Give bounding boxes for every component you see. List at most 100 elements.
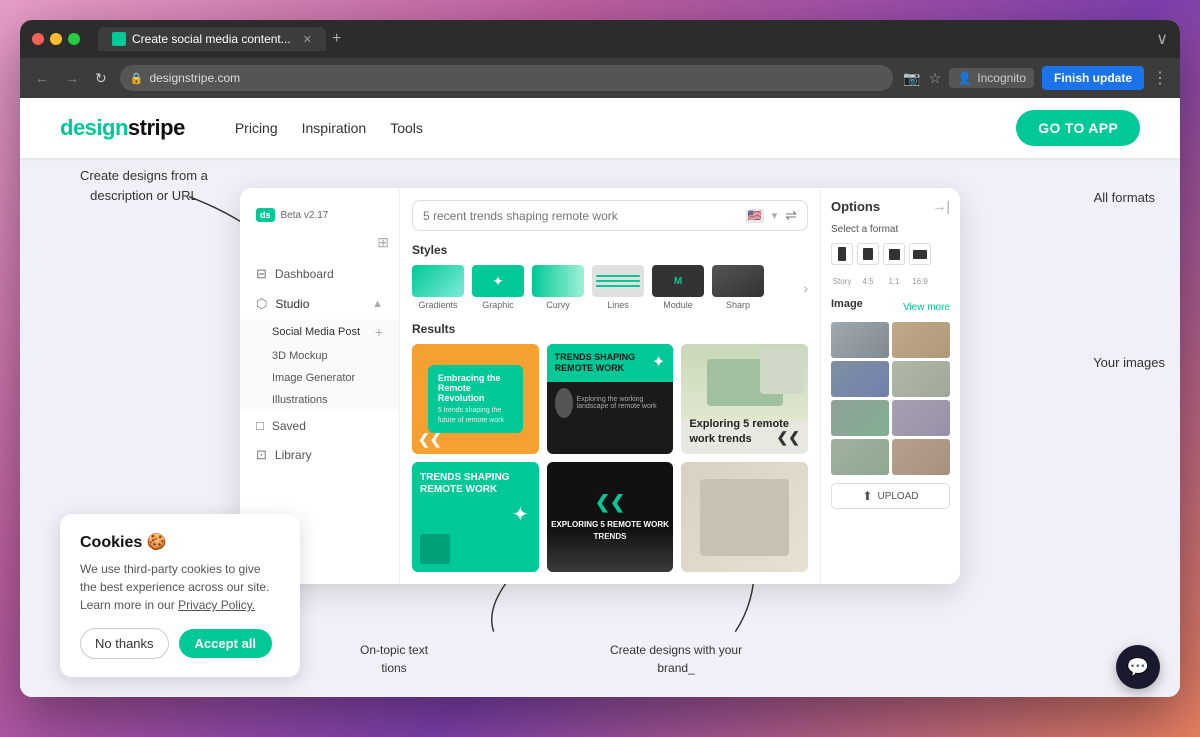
view-more-link[interactable]: View more xyxy=(903,302,950,313)
new-tab-button[interactable]: + xyxy=(332,30,341,48)
options-panel: Options →| Select a format xyxy=(820,188,960,584)
sidebar-illustrations-label: Illustrations xyxy=(272,394,328,406)
sidebar-item-library[interactable]: ⊡ Library xyxy=(240,440,399,470)
image-thumb-1[interactable] xyxy=(831,322,889,358)
search-input[interactable] xyxy=(423,209,738,223)
sidebar-social-label: Social Media Post xyxy=(272,326,360,338)
card-4-title: TRENDS SHAPING REMOTE WORK xyxy=(412,462,539,500)
format-1-1[interactable] xyxy=(883,243,905,265)
studio-icon: ⬡ xyxy=(256,296,267,312)
incognito-badge: 👤 Incognito xyxy=(949,68,1034,88)
result-card-1[interactable]: Embracing the Remote Revolution 5 trends… xyxy=(412,344,539,454)
back-button[interactable]: ← xyxy=(32,67,52,89)
style-label-gradients: Gradients xyxy=(418,300,457,310)
image-thumb-7[interactable] xyxy=(831,439,889,475)
image-thumb-5[interactable] xyxy=(831,400,889,436)
forward-button[interactable]: → xyxy=(62,67,82,89)
browser-toolbar: ← → ↻ 🔒 designstripe.com 📷 ☆ 👤 Incognito… xyxy=(20,58,1180,98)
camera-icon[interactable]: 📷 xyxy=(903,70,920,87)
flag-dropdown-icon[interactable]: ▾ xyxy=(772,209,778,222)
result-card-5[interactable]: ❮❮ EXPLORING 5 REMOTE WORK TRENDS xyxy=(547,462,674,572)
sidebar-item-dashboard[interactable]: ⊟ Dashboard xyxy=(240,259,399,289)
sidebar-item-image-generator[interactable]: Image Generator xyxy=(240,367,399,389)
sidebar-item-3d-mockup[interactable]: 3D Mockup xyxy=(240,345,399,367)
image-grid xyxy=(831,322,950,475)
chevron-up-icon: ▲ xyxy=(372,298,383,310)
sidebar-item-saved[interactable]: □ Saved xyxy=(240,411,399,440)
active-tab[interactable]: Create social media content... ✕ xyxy=(98,27,326,51)
sidebar-item-illustrations[interactable]: Illustrations xyxy=(240,389,399,411)
format-4-5[interactable] xyxy=(857,243,879,265)
bookmark-icon[interactable]: ☆ xyxy=(929,70,942,87)
accept-all-button[interactable]: Accept all xyxy=(179,629,272,658)
format-16-9[interactable] xyxy=(909,243,931,265)
annotation-bottom-right: Create designs with yourbrand_ xyxy=(610,641,742,677)
result-card-3[interactable]: Exploring 5 remote work trends ❮❮ xyxy=(681,344,808,454)
upload-button[interactable]: ⬆ UPLOAD xyxy=(831,483,950,509)
style-lines[interactable]: Lines xyxy=(592,265,644,310)
sidebar-layout-icon: ⊞ xyxy=(377,234,389,251)
card-5-image xyxy=(547,528,674,572)
options-title: Options xyxy=(831,199,880,214)
minimize-window-button[interactable] xyxy=(50,33,62,45)
go-to-app-button[interactable]: GO TO APP xyxy=(1016,110,1140,146)
result-card-2[interactable]: TRENDS SHAPING REMOTE WORK ✦ Exploring t… xyxy=(547,344,674,454)
browser-window: Create social media content... ✕ + ∨ ← →… xyxy=(20,20,1180,697)
sidebar-item-social-media-post[interactable]: Social Media Post + xyxy=(240,319,399,345)
style-label-module: Module xyxy=(663,300,693,310)
maximize-window-button[interactable] xyxy=(68,33,80,45)
app-window: ds Beta v2.17 ⊞ ⊟ Dashboard ⬡ Studio ▲ xyxy=(240,188,960,584)
sidebar-item-studio[interactable]: ⬡ Studio ▲ xyxy=(240,289,399,319)
style-label-sharp: Sharp xyxy=(726,300,750,310)
result-card-4[interactable]: TRENDS SHAPING REMOTE WORK ✦ xyxy=(412,462,539,572)
add-social-icon[interactable]: + xyxy=(375,324,383,340)
format-story[interactable] xyxy=(831,243,853,265)
upload-icon: ⬆ xyxy=(862,489,872,503)
style-sharp[interactable]: Sharp xyxy=(712,265,764,310)
style-graphic[interactable]: ✦ Graphic xyxy=(472,265,524,310)
style-label-graphic: Graphic xyxy=(482,300,514,310)
annotation-top-left: Create designs from adescription or URL xyxy=(80,166,208,205)
card-2-bottom: Exploring the working landscape of remot… xyxy=(547,382,674,424)
image-thumb-6[interactable] xyxy=(892,400,950,436)
options-close-icon[interactable]: →| xyxy=(932,198,950,214)
card-5-logo: ❮❮ xyxy=(595,492,625,513)
format-story-label: Story xyxy=(831,277,853,286)
no-thanks-button[interactable]: No thanks xyxy=(80,628,169,659)
card-2-title: TRENDS SHAPING REMOTE WORK xyxy=(555,352,666,374)
site-logo[interactable]: designstripe xyxy=(60,115,185,141)
browser-menu-button[interactable]: ⋮ xyxy=(1152,68,1168,88)
close-window-button[interactable] xyxy=(32,33,44,45)
search-settings-icon[interactable]: ⇌ xyxy=(785,207,797,224)
privacy-policy-link[interactable]: Privacy Policy. xyxy=(178,598,255,612)
browser-more-button[interactable]: ∨ xyxy=(1156,29,1168,49)
image-section-header: Image View more xyxy=(831,298,950,316)
annotation-bottom-left: On-topic texttions xyxy=(360,641,428,677)
format-options xyxy=(831,243,950,265)
refresh-button[interactable]: ↻ xyxy=(92,67,110,90)
format-labels: Story 4:5 1:1 16:9 xyxy=(831,277,950,286)
nav-inspiration[interactable]: Inspiration xyxy=(302,120,367,136)
styles-next-icon[interactable]: › xyxy=(803,280,808,296)
tab-close-button[interactable]: ✕ xyxy=(303,33,312,46)
style-curvy[interactable]: Curvy xyxy=(532,265,584,310)
address-bar[interactable]: 🔒 designstripe.com xyxy=(120,65,894,91)
card-3-logo: ❮❮ xyxy=(777,429,800,446)
nav-links: Pricing Inspiration Tools xyxy=(235,120,986,136)
result-card-6[interactable] xyxy=(681,462,808,572)
search-bar[interactable]: 🇺🇸 ▾ ⇌ xyxy=(412,200,808,231)
style-module[interactable]: M Module xyxy=(652,265,704,310)
tab-favicon xyxy=(112,32,126,46)
styles-section-title: Styles xyxy=(412,243,808,257)
finish-update-button[interactable]: Finish update xyxy=(1042,66,1144,90)
image-thumb-2[interactable] xyxy=(892,322,950,358)
image-thumb-4[interactable] xyxy=(892,361,950,397)
app-main: 🇺🇸 ▾ ⇌ Styles Gradients xyxy=(400,188,960,584)
nav-pricing[interactable]: Pricing xyxy=(235,120,278,136)
chat-bubble-button[interactable]: 💬 xyxy=(1116,645,1160,689)
style-gradients[interactable]: Gradients xyxy=(412,265,464,310)
image-thumb-8[interactable] xyxy=(892,439,950,475)
image-thumb-3[interactable] xyxy=(831,361,889,397)
style-thumb-graphic: ✦ xyxy=(472,265,524,297)
nav-tools[interactable]: Tools xyxy=(390,120,423,136)
